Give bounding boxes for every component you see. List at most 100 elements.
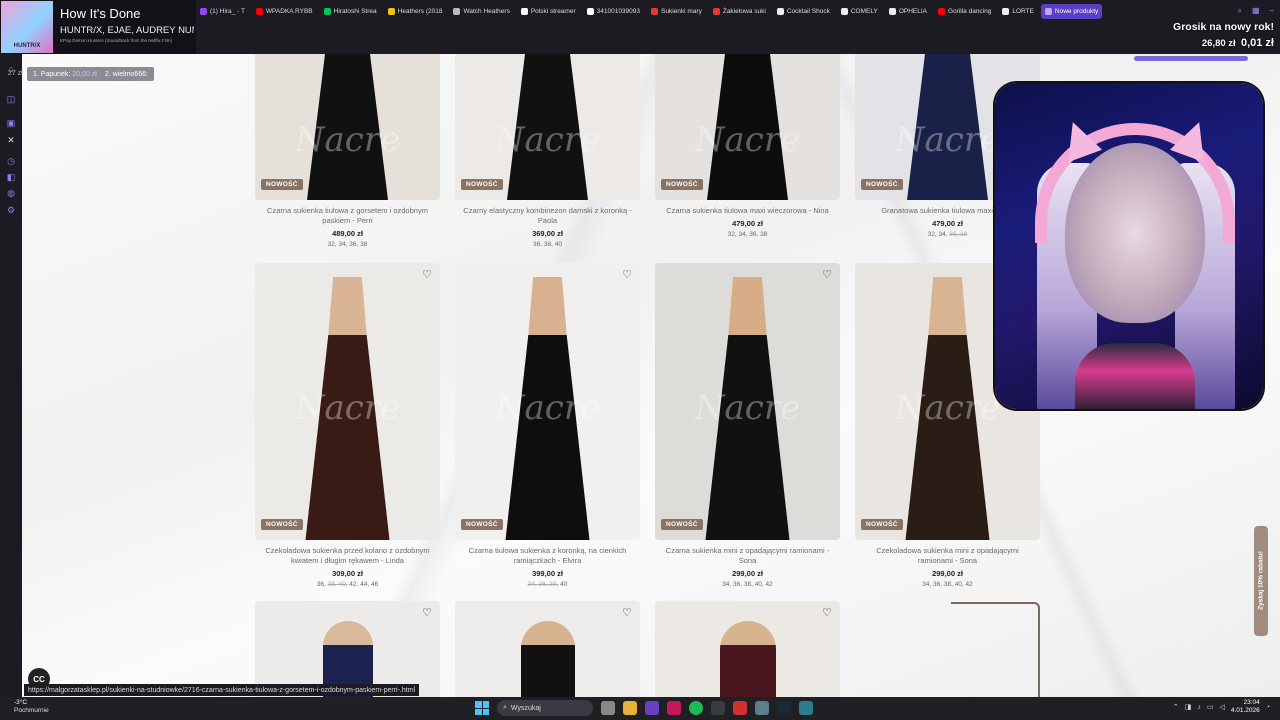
sizes-available: 40 — [558, 581, 568, 589]
product-card[interactable]: ♡ — [655, 601, 840, 697]
browser-tab[interactable]: Gorilla dancing — [934, 4, 995, 19]
minimize-icon[interactable]: – — [1270, 6, 1274, 16]
tab-strip: (1) Hira_ - T WPADKA RYBB Hiratoshi Strea H… — [196, 3, 1280, 19]
product-card[interactable]: ♡ — [255, 601, 440, 697]
model-figure — [505, 277, 590, 540]
product-image[interactable]: Nacre♡NOWOŚĆ — [255, 263, 440, 540]
tab-favicon-icon — [776, 7, 784, 15]
product-image[interactable]: ♡ — [655, 601, 840, 697]
browser-tab[interactable]: Watch Heathers — [449, 4, 513, 19]
extensions-icon[interactable]: ◧ — [6, 172, 16, 182]
tab-favicon-icon — [520, 7, 528, 15]
product-name[interactable]: Czarna sukienka mini z opadającymi ramio… — [655, 546, 840, 566]
windows-taskbar: -3°C Pochmurnie ⌕ Wyszukaj ⌃ ◨ ♪ ▭ ◁ 23:… — [0, 697, 1280, 720]
product-image[interactable]: Nacre NOWOŚĆ — [655, 54, 840, 200]
song-artist: HUNTR/X, EJAE, AUDREY NUNA, ... — [60, 25, 194, 36]
sizes-unavailable: 36, 38 — [949, 231, 968, 239]
new-badge: NOWOŚĆ — [661, 519, 703, 530]
search-placeholder: Wyszukaj — [510, 704, 541, 712]
product-card[interactable]: ♡ — [455, 601, 640, 697]
display-icon[interactable]: ▭ — [1207, 703, 1214, 711]
product-card[interactable]: Nacre ♡ NOWOŚĆ Czarna tiulowa sukienka z ko… — [455, 263, 640, 588]
product-image[interactable]: Nacre NOWOŚĆ — [255, 54, 440, 200]
product-name[interactable]: Czarna sukienka tiulowa maxi wieczorowa … — [655, 206, 840, 216]
discount-side-tab[interactable]: Zyskaj 10% rabatu! — [1254, 526, 1268, 636]
app-red-icon[interactable] — [733, 701, 747, 715]
spotify-icon[interactable] — [689, 701, 703, 715]
history-icon[interactable]: ◷ — [6, 156, 16, 166]
model-figure — [507, 54, 588, 200]
notifications-icon[interactable]: ◔ — [1266, 704, 1270, 711]
browser-tab[interactable]: (1) Hira_ - T — [196, 4, 249, 19]
product-image[interactable]: Nacre NOWOŚĆ — [455, 54, 640, 200]
product-sizes: 36, 38, 40, 42, 44, 46 — [255, 581, 440, 588]
extensions-icon[interactable]: ▦ — [1252, 6, 1260, 16]
browser-tab[interactable]: 341001039093 — [583, 4, 644, 19]
steam-icon[interactable] — [777, 701, 791, 715]
file-explorer-icon[interactable] — [623, 701, 637, 715]
heart-icon[interactable]: ♡ — [420, 605, 434, 619]
browser-tab[interactable]: Sukienki mary — [647, 4, 706, 19]
heart-icon[interactable]: ♡ — [820, 605, 834, 619]
product-name[interactable]: Czekoladowa sukienka mini z opadającymi … — [855, 546, 1040, 566]
x-icon[interactable]: ✕ — [6, 135, 16, 145]
heart-icon[interactable]: ♡ — [620, 267, 634, 281]
browser-tab[interactable]: Cocktail Shock — [773, 4, 834, 19]
heart-icon[interactable]: ♡ — [620, 605, 634, 619]
browser-tab[interactable]: Polski streamer — [517, 4, 580, 19]
product-price: 299,00 zł — [732, 569, 763, 579]
task-view-icon[interactable] — [601, 701, 615, 715]
browser-tab[interactable]: LORTE — [998, 4, 1038, 19]
tab-favicon-icon — [840, 7, 848, 15]
obs-icon[interactable] — [711, 701, 725, 715]
settings-icon[interactable]: ⚙ — [6, 205, 16, 215]
product-card[interactable]: Nacre ♡ NOWOŚĆ Czarna sukienka mini z opada… — [655, 263, 840, 588]
product-card[interactable]: Nacre NOWOŚĆ Czarna sukienka tiulowa z gor… — [255, 54, 440, 248]
windows-start-icon[interactable] — [475, 701, 489, 715]
browser-tab[interactable]: OPHELIA — [885, 4, 931, 19]
browser-tab[interactable]: Hiratoshi Strea — [320, 4, 381, 19]
sizes-available: 36, 38, 40 — [533, 241, 562, 249]
browser-tab[interactable]: Heathers (2018 — [384, 4, 447, 19]
search-icon[interactable]: ⌕ — [1238, 6, 1242, 16]
browser-tab[interactable]: Żakietowa suki — [709, 4, 770, 19]
tray-arrow-icon[interactable]: ⌃ — [1173, 703, 1179, 711]
tab-favicon-icon — [1002, 7, 1010, 15]
settings-icon[interactable] — [755, 701, 769, 715]
chat-icon[interactable]: ◨ — [1185, 703, 1192, 711]
product-image[interactable]: Nacre♡NOWOŚĆ — [455, 263, 640, 540]
opera-icon[interactable] — [667, 701, 681, 715]
weather-widget[interactable]: -3°C Pochmurnie — [14, 699, 49, 715]
app-teal-icon[interactable] — [799, 701, 813, 715]
heart-icon[interactable]: ♡ — [820, 267, 834, 281]
sizes-available: 34, 36, 38, 40, 42 — [922, 581, 973, 589]
product-card[interactable]: Nacre NOWOŚĆ Czarny elastyczny kombinezon … — [455, 54, 640, 248]
product-name[interactable]: Czarna tiulowa sukienka z koronką, na ci… — [455, 546, 640, 566]
volume-icon[interactable]: ◁ — [1219, 703, 1224, 711]
product-image[interactable]: ♡ — [255, 601, 440, 697]
browser-tab[interactable]: WPADKA RYBB — [252, 4, 317, 19]
product-name[interactable]: Czekoladowa sukienka przed kolano z ozdo… — [255, 546, 440, 566]
new-badge: NOWOŚĆ — [261, 519, 303, 530]
twitch-icon[interactable]: ▣ — [6, 118, 16, 128]
sizes-available: 36, — [316, 581, 328, 589]
browser-tab[interactable]: COMELY — [837, 4, 882, 19]
heart-icon[interactable]: ♡ — [420, 267, 434, 281]
product-card[interactable]: Nacre NOWOŚĆ Czarna sukienka tiulowa maxi … — [655, 54, 840, 238]
browser-sidebar: ▣ ✕ ◷ ◧ ◍ ⚙ ⌂ ◫ — [0, 54, 22, 697]
wallet-icon[interactable]: ◫ — [6, 94, 16, 104]
microphone-icon[interactable]: ♪ — [1197, 704, 1201, 711]
product-card[interactable]: Nacre ♡ NOWOŚĆ Czekoladowa sukienka przed k… — [255, 263, 440, 588]
taskbar-search[interactable]: ⌕ Wyszukaj — [497, 700, 593, 716]
product-name[interactable]: Czarna sukienka tiulowa z gorsetem i ozd… — [255, 206, 440, 226]
product-image[interactable]: ♡ — [455, 601, 640, 697]
leaderboard-first: 1. Papunek: 20,00 zł — [33, 71, 97, 78]
tab-label: OPHELIA — [898, 7, 927, 15]
browser-icon[interactable] — [645, 701, 659, 715]
taskbar-clock[interactable]: 23:04 4.01.2026 — [1231, 699, 1260, 715]
leaderboard-first-name: 1. Papunek: — [33, 70, 71, 78]
browser-tab[interactable]: Nowe produkty — [1040, 3, 1103, 19]
product-name[interactable]: Czarny elastyczny kombinezon damski z ko… — [455, 206, 640, 226]
product-image[interactable]: Nacre♡NOWOŚĆ — [655, 263, 840, 540]
messages-icon[interactable]: ◍ — [6, 188, 16, 198]
